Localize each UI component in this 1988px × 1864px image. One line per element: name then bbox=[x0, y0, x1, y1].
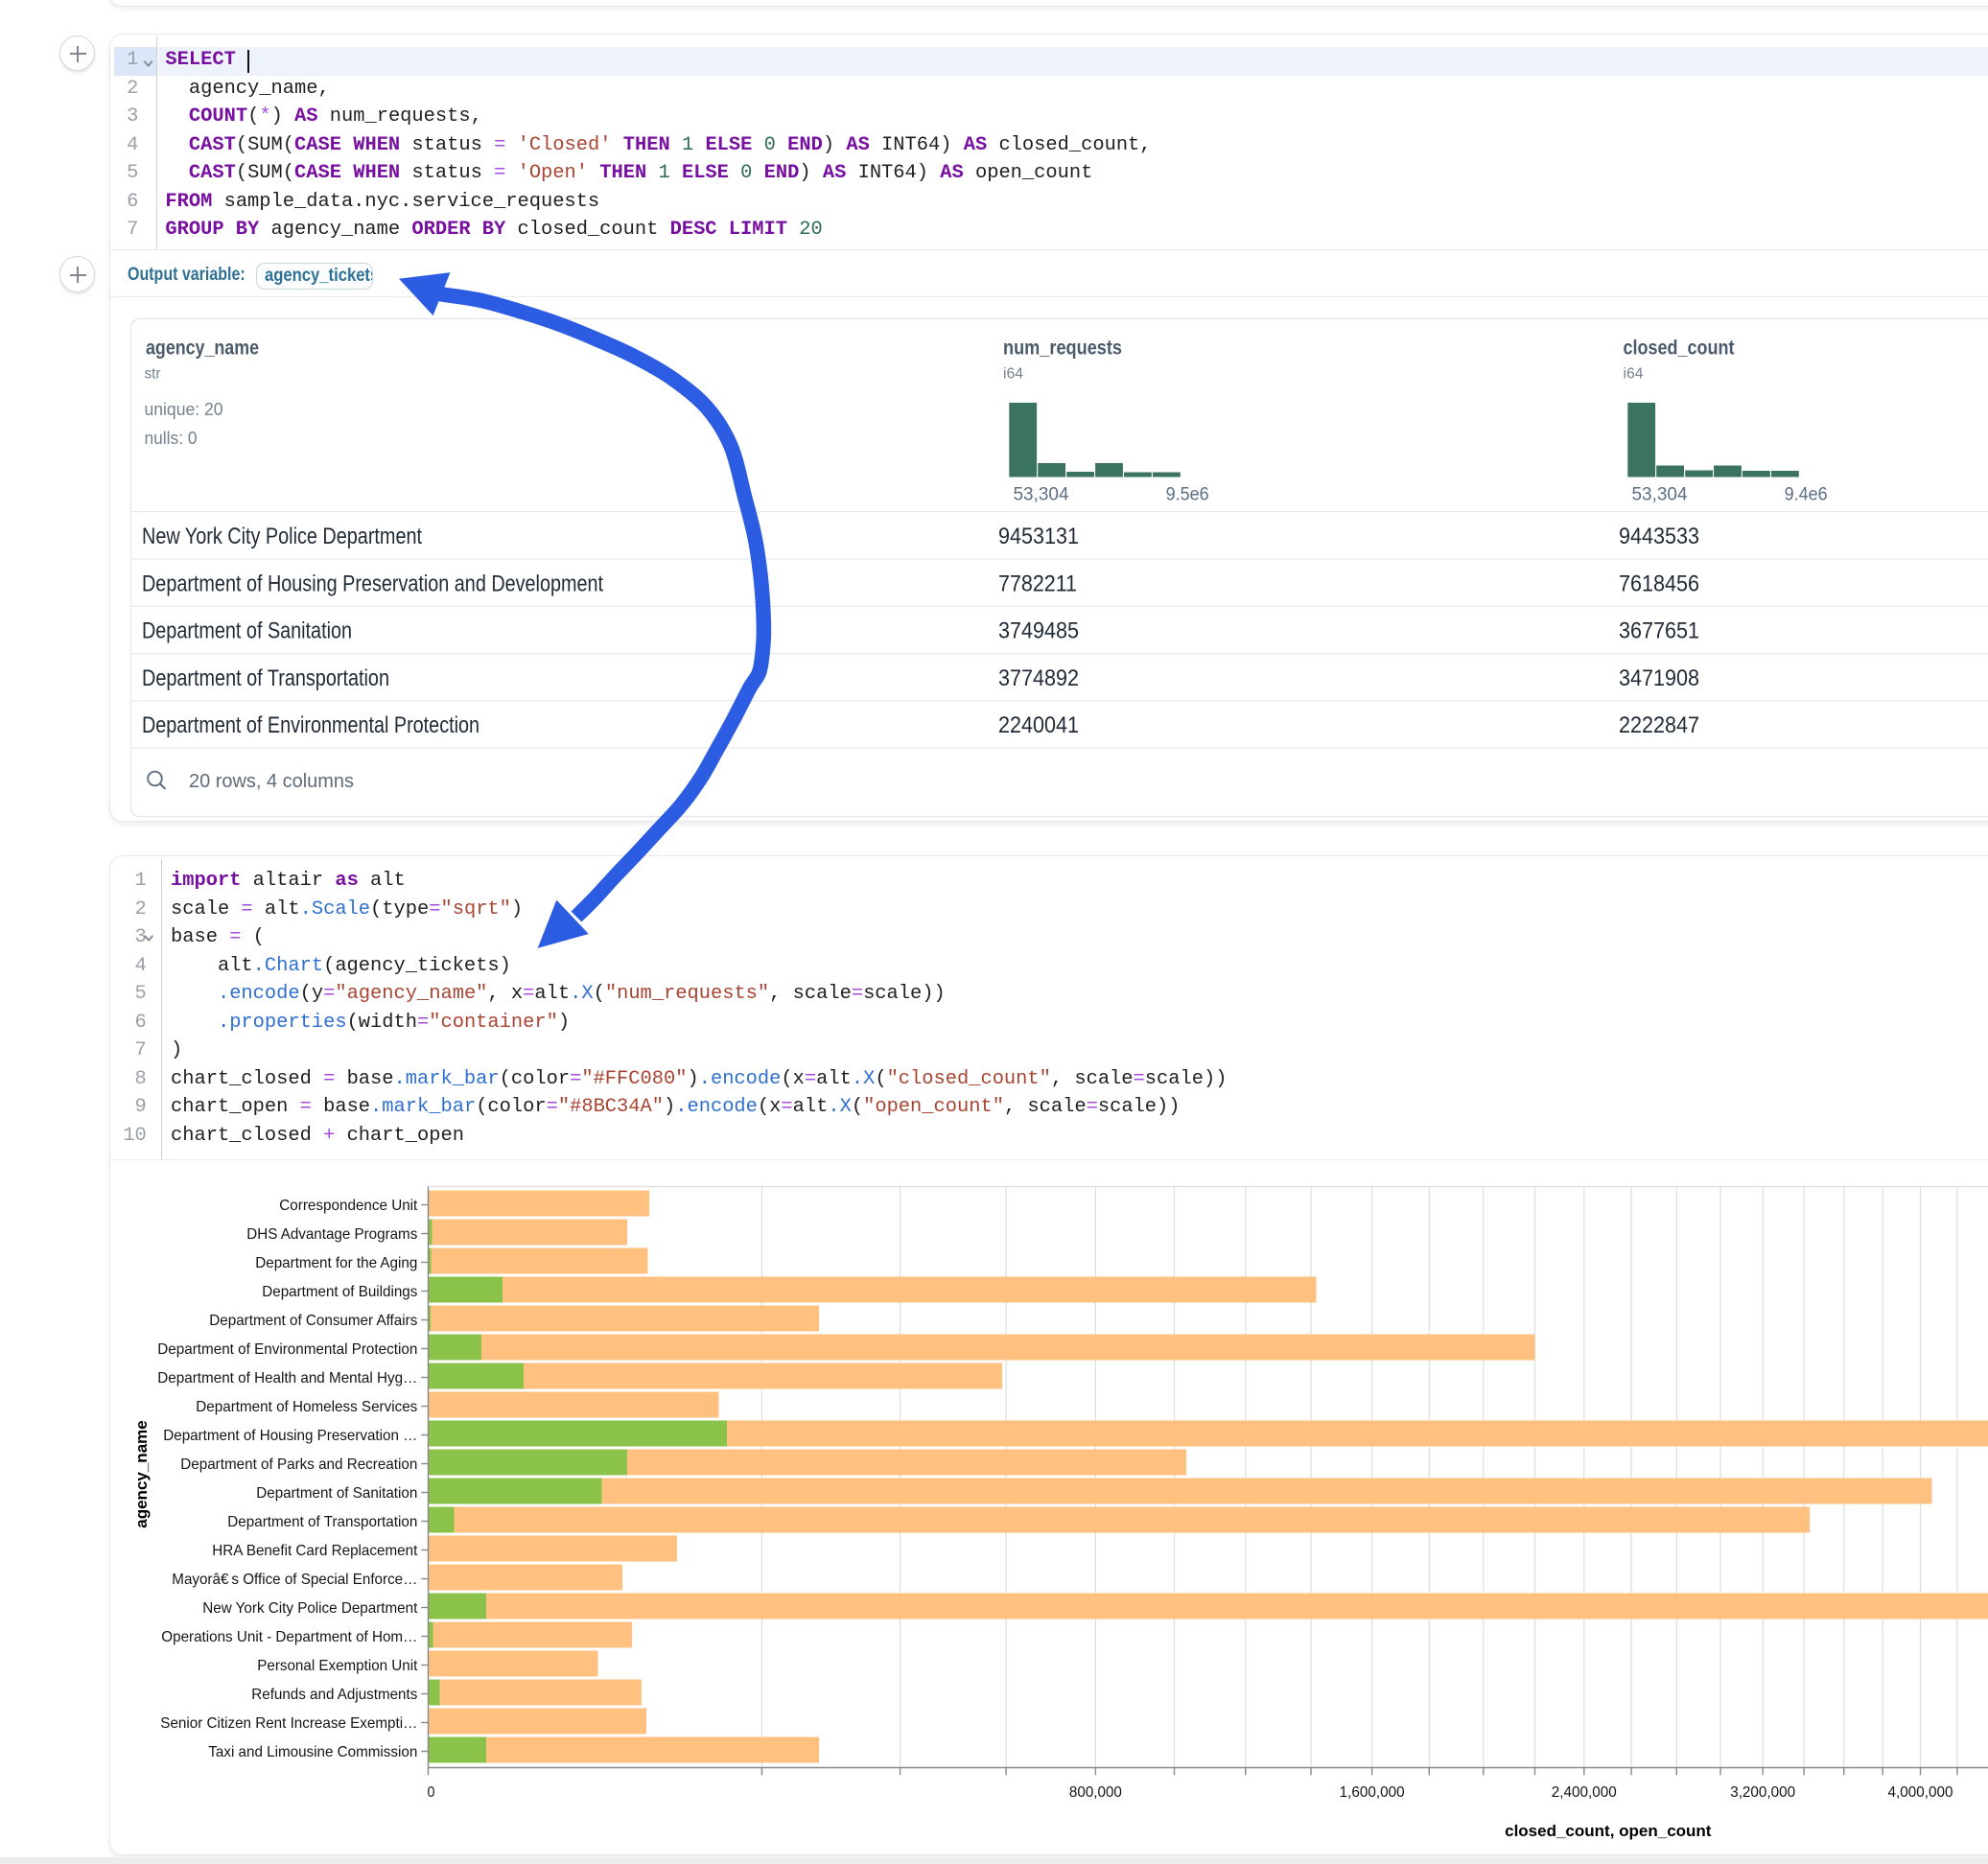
svg-text:Senior Citizen Rent Increase E: Senior Citizen Rent Increase Exempti… bbox=[160, 1715, 417, 1732]
svg-text:i64: i64 bbox=[1624, 366, 1644, 383]
svg-text:num_requests: num_requests bbox=[1003, 338, 1122, 360]
svg-text:2222847: 2222847 bbox=[1619, 712, 1699, 738]
svg-text:agency_name: agency_name bbox=[146, 338, 259, 360]
svg-text:New York City Police Departmen: New York City Police Department bbox=[202, 1600, 418, 1617]
svg-text:Department of Sanitation: Department of Sanitation bbox=[256, 1485, 417, 1502]
svg-text:3471908: 3471908 bbox=[1619, 665, 1699, 691]
svg-text:Department for the Aging: Department for the Aging bbox=[255, 1255, 417, 1271]
svg-text:Correspondence Unit: Correspondence Unit bbox=[279, 1198, 418, 1214]
svg-text:closed_count: closed_count bbox=[1624, 338, 1735, 360]
svg-text:Operations Unit - Department o: Operations Unit - Department of Hom… bbox=[161, 1629, 417, 1645]
svg-text:Refunds and Adjustments: Refunds and Adjustments bbox=[251, 1687, 417, 1703]
svg-text:53,304: 53,304 bbox=[1014, 485, 1069, 505]
svg-text:Department of Housing Preserva: Department of Housing Preservation and D… bbox=[142, 571, 603, 596]
svg-text:agency_name: agency_name bbox=[132, 1420, 151, 1527]
svg-text:800,000: 800,000 bbox=[1069, 1784, 1122, 1801]
svg-text:Department of Health and Menta: Department of Health and Mental Hyg… bbox=[157, 1370, 417, 1386]
svg-text:1,600,000: 1,600,000 bbox=[1340, 1784, 1405, 1801]
svg-text:Taxi and Limousine Commission: Taxi and Limousine Commission bbox=[208, 1744, 417, 1760]
svg-text:4,000,000: 4,000,000 bbox=[1888, 1784, 1953, 1801]
svg-text:7618456: 7618456 bbox=[1619, 571, 1699, 596]
svg-text:DHS Advantage Programs: DHS Advantage Programs bbox=[246, 1226, 417, 1243]
svg-text:9.5e6: 9.5e6 bbox=[1166, 485, 1209, 505]
svg-text:Department of Homeless Service: Department of Homeless Services bbox=[196, 1399, 417, 1415]
svg-text:closed_count, open_count: closed_count, open_count bbox=[1505, 1822, 1712, 1840]
svg-text:9443533: 9443533 bbox=[1619, 524, 1699, 549]
svg-text:9.4e6: 9.4e6 bbox=[1785, 485, 1828, 505]
svg-text:Department of Buildings: Department of Buildings bbox=[262, 1284, 417, 1300]
svg-text:HRA Benefit Card Replacement: HRA Benefit Card Replacement bbox=[212, 1543, 418, 1559]
svg-text:20 rows, 4 columns: 20 rows, 4 columns bbox=[189, 771, 354, 792]
svg-text:3774892: 3774892 bbox=[998, 665, 1079, 691]
svg-text:3,200,000: 3,200,000 bbox=[1730, 1784, 1795, 1801]
svg-text:2,400,000: 2,400,000 bbox=[1552, 1784, 1617, 1801]
svg-text:2240041: 2240041 bbox=[998, 712, 1079, 738]
svg-text:Department of Housing Preserva: Department of Housing Preservation … bbox=[163, 1428, 417, 1444]
svg-text:Department of Sanitation: Department of Sanitation bbox=[142, 618, 352, 644]
svg-text:Department of Transportation: Department of Transportation bbox=[227, 1514, 417, 1530]
svg-text:Department of Environmental Pr: Department of Environmental Protection bbox=[157, 1341, 417, 1358]
svg-text:Department of Environmental Pr: Department of Environmental Protection bbox=[142, 712, 479, 738]
svg-text:New York City Police Departmen: New York City Police Department bbox=[142, 524, 422, 549]
svg-text:Mayorâ€ s Office of Special En: Mayorâ€ s Office of Special Enforce… bbox=[172, 1572, 417, 1588]
svg-text:Personal Exemption Unit: Personal Exemption Unit bbox=[257, 1658, 418, 1674]
svg-text:0: 0 bbox=[428, 1784, 435, 1801]
svg-text:Department of Transportation: Department of Transportation bbox=[142, 665, 389, 691]
svg-text:3749485: 3749485 bbox=[998, 618, 1079, 644]
svg-text:i64: i64 bbox=[1003, 366, 1023, 383]
svg-text:nulls: 0: nulls: 0 bbox=[145, 429, 198, 448]
svg-text:53,304: 53,304 bbox=[1632, 485, 1688, 505]
svg-text:Department of Parks and Recrea: Department of Parks and Recreation bbox=[180, 1456, 417, 1473]
svg-text:3677651: 3677651 bbox=[1619, 618, 1699, 644]
svg-text:7782211: 7782211 bbox=[998, 571, 1077, 596]
svg-text:9453131: 9453131 bbox=[998, 524, 1079, 549]
svg-text:Department of Consumer Affairs: Department of Consumer Affairs bbox=[209, 1313, 417, 1329]
svg-text:unique: 20: unique: 20 bbox=[145, 400, 223, 419]
svg-text:str: str bbox=[145, 366, 161, 383]
